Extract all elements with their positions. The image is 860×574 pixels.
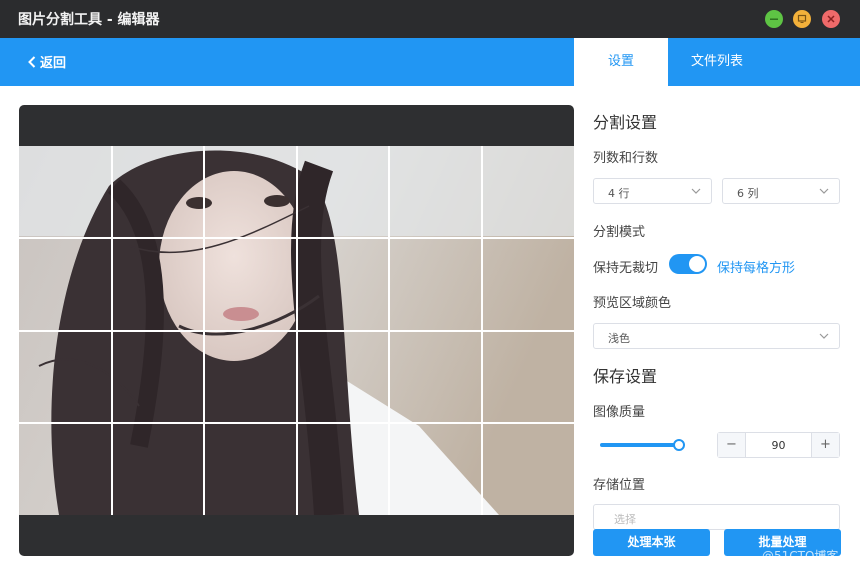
- preview-photo: [19, 146, 574, 515]
- quality-label: 图像质量: [593, 405, 646, 420]
- quality-stepper[interactable]: − 90 +: [717, 432, 840, 458]
- title-bar: 图片分割工具 - 编辑器: [0, 0, 860, 38]
- quality-decrement-button[interactable]: −: [718, 433, 746, 457]
- minimize-icon: [770, 18, 778, 20]
- tab-settings[interactable]: 设置: [574, 38, 668, 86]
- preview-color-select[interactable]: 浅色: [593, 323, 840, 349]
- save-settings-title: 保存设置: [593, 367, 658, 386]
- preview-color-label: 预览区域颜色: [593, 296, 672, 311]
- cols-select[interactable]: 6 列: [722, 178, 840, 204]
- rows-select[interactable]: 4 行: [593, 178, 712, 204]
- chevron-down-icon: [819, 188, 829, 194]
- quality-value[interactable]: 90: [746, 439, 811, 452]
- quality-slider-track: [600, 443, 680, 447]
- preview-color-value: 浅色: [608, 332, 630, 345]
- rows-select-value: 4 行: [608, 187, 630, 200]
- maximize-button[interactable]: [793, 10, 811, 28]
- mode-square-label: 保持每格方形: [717, 261, 796, 276]
- split-mode-toggle[interactable]: [669, 254, 707, 274]
- chevron-down-icon: [819, 333, 829, 339]
- quality-increment-button[interactable]: +: [811, 433, 839, 457]
- window-title: 图片分割工具 - 编辑器: [18, 12, 160, 28]
- watermark: @51CTO博客: [762, 549, 839, 563]
- grid-size-label: 列数和行数: [593, 151, 659, 166]
- close-button[interactable]: [822, 10, 840, 28]
- toggle-knob: [689, 256, 705, 272]
- tab-file-list[interactable]: 文件列表: [668, 38, 766, 86]
- quality-slider-thumb[interactable]: [673, 439, 685, 451]
- close-icon: [827, 15, 835, 23]
- split-settings-title: 分割设置: [593, 113, 658, 132]
- chevron-down-icon: [691, 188, 701, 194]
- minimize-button[interactable]: [765, 10, 783, 28]
- quality-slider[interactable]: [600, 438, 686, 452]
- split-mode-row: 保持无裁切 保持每格方形: [593, 254, 853, 276]
- mode-no-crop-label: 保持无裁切: [593, 261, 659, 276]
- back-label: 返回: [40, 56, 67, 71]
- save-location-label: 存储位置: [593, 478, 646, 493]
- chevron-left-icon: [28, 55, 36, 68]
- image-preview[interactable]: [19, 105, 574, 556]
- maximize-icon: [797, 14, 807, 23]
- process-current-button[interactable]: 处理本张: [593, 529, 710, 556]
- save-location-input[interactable]: 选择: [593, 504, 840, 530]
- cols-select-value: 6 列: [737, 187, 759, 200]
- split-mode-label: 分割模式: [593, 225, 646, 240]
- back-button[interactable]: 返回: [28, 52, 66, 71]
- save-location-placeholder: 选择: [614, 513, 636, 526]
